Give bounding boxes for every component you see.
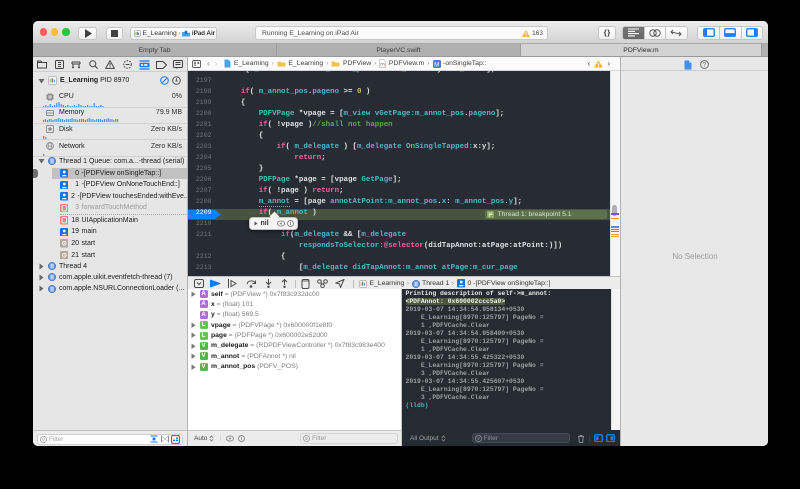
svg-text:m: m [381,62,386,68]
svg-text:M: M [434,62,439,68]
